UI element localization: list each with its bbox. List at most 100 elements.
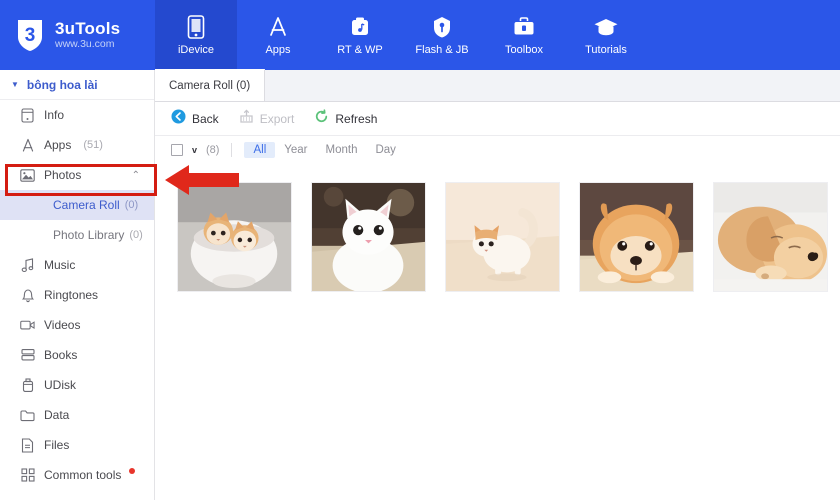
chevron-up-icon[interactable]: ⌃ — [132, 170, 140, 181]
photo-thumbnail[interactable] — [445, 182, 560, 292]
refresh-circle-icon — [314, 108, 329, 129]
sidebar-item-files[interactable]: Files — [0, 430, 154, 460]
main-content: Camera Roll (0) Back Export Refresh v (8… — [155, 69, 840, 500]
device-info-icon — [20, 107, 35, 123]
bell-icon — [20, 288, 35, 303]
sidebar-item-count: (51) — [83, 139, 103, 151]
sidebar-item-label: Books — [44, 348, 78, 362]
sidebar-item-photos[interactable]: Photos ⌃ — [0, 160, 154, 190]
device-selector[interactable]: ▼ bông hoa lài — [0, 70, 154, 100]
grid-squares-icon — [20, 468, 35, 483]
photo-grid — [155, 164, 840, 292]
nav-tab-label: RT & WP — [337, 44, 383, 56]
sidebar-item-music[interactable]: Music — [0, 250, 154, 280]
device-name: bông hoa lài — [26, 77, 98, 92]
filter-option-year[interactable]: Year — [275, 142, 316, 158]
nav-tab-label: Tutorials — [585, 44, 627, 56]
sidebar-item-videos[interactable]: Videos — [0, 310, 154, 340]
sidebar-item-ringtones[interactable]: Ringtones — [0, 280, 154, 310]
sidebar-item-label: Photos — [44, 168, 82, 182]
folder-icon — [20, 408, 35, 423]
tab-label: Camera Roll (0) — [169, 79, 251, 92]
app-logo[interactable]: 3 3uTools www.3u.com — [0, 0, 155, 70]
two-ginger-kittens-in-white-bowl-image — [178, 183, 291, 291]
sidebar-item-label: Data — [44, 408, 70, 422]
sidebar-item-label: Music — [44, 258, 76, 272]
filter-option-month[interactable]: Month — [317, 142, 367, 158]
nav-tab-tutorials[interactable]: Tutorials — [565, 0, 647, 70]
photo-thumbnail[interactable] — [579, 182, 694, 292]
caret-down-icon[interactable]: v — [192, 145, 197, 155]
sidebar-subitem-photo-library[interactable]: Photo Library (0) — [0, 220, 154, 250]
sidebar-item-label: Files — [44, 438, 70, 452]
export-button[interactable]: Export — [239, 108, 295, 129]
file-icon — [20, 437, 35, 453]
refresh-button[interactable]: Refresh — [314, 108, 378, 129]
notification-dot-badge — [129, 468, 136, 474]
content-toolbar: Back Export Refresh — [155, 102, 840, 136]
shield-3-logo-icon: 3 — [14, 17, 46, 53]
photo-thumbnail[interactable] — [311, 182, 426, 292]
nav-tab-rt-wp[interactable]: RT & WP — [319, 0, 401, 70]
sidebar-item-books[interactable]: Books — [0, 340, 154, 370]
sidebar-item-label: Videos — [44, 318, 81, 332]
export-box-icon — [239, 108, 254, 129]
sidebar-item-apps[interactable]: Apps (51) — [0, 130, 154, 160]
sidebar-item-label: Info — [44, 108, 65, 122]
toolbar-button-label: Export — [259, 111, 295, 126]
main-nav-tabs: iDevice Apps RT & WP Flash & JB Toolbox … — [155, 0, 647, 70]
flash-jailbreak-icon — [431, 14, 453, 40]
sidebar-subitem-label: Photo Library — [53, 228, 125, 242]
sidebar-subitem-camera-roll[interactable]: Camera Roll (0) — [0, 190, 154, 220]
toolbar-button-label: Back — [192, 111, 219, 126]
nav-tab-label: Flash & JB — [415, 44, 469, 56]
svg-text:3: 3 — [25, 25, 36, 46]
nav-tab-flash-jb[interactable]: Flash & JB — [401, 0, 483, 70]
nav-tab-apps[interactable]: Apps — [237, 0, 319, 70]
selection-count: (8) — [206, 144, 220, 156]
sidebar-item-data[interactable]: Data — [0, 400, 154, 430]
nav-tab-toolbox[interactable]: Toolbox — [483, 0, 565, 70]
sidebar: ▼ bông hoa lài Info Apps (51) Photos ⌃ C… — [0, 70, 155, 500]
ringtone-wallpaper-icon — [349, 14, 371, 40]
sidebar-subitem-count: (0) — [129, 229, 143, 241]
photo-thumbnail[interactable] — [177, 182, 292, 292]
sidebar-item-udisk[interactable]: UDisk — [0, 370, 154, 400]
nav-tab-idevice[interactable]: iDevice — [155, 0, 237, 70]
graduation-cap-icon — [593, 14, 619, 40]
golden-retriever-puppy-sleeping-image — [714, 183, 827, 291]
usb-disk-icon — [20, 377, 35, 393]
music-note-icon — [20, 257, 35, 273]
tab-camera-roll[interactable]: Camera Roll (0) — [155, 69, 266, 101]
filter-bar: v (8) All Year Month Day — [155, 136, 840, 164]
select-all-checkbox[interactable] — [171, 144, 183, 156]
white-cat-looking-up-image — [312, 183, 425, 291]
appstore-icon — [266, 14, 290, 40]
toolbar-button-label: Refresh — [335, 111, 378, 126]
sidebar-item-label: UDisk — [44, 378, 76, 392]
photo-thumbnail[interactable] — [713, 182, 828, 292]
sidebar-item-info[interactable]: Info — [0, 100, 154, 130]
logo-title: 3uTools — [55, 18, 121, 38]
nav-tab-label: Toolbox — [505, 44, 543, 56]
phone-icon — [187, 14, 205, 40]
nav-tab-label: iDevice — [177, 44, 215, 56]
back-circle-icon — [171, 109, 186, 129]
toolbox-icon — [512, 14, 536, 40]
sidebar-subitem-label: Camera Roll — [53, 198, 120, 212]
back-button[interactable]: Back — [171, 109, 219, 129]
sidebar-item-common-tools[interactable]: Common tools — [0, 460, 154, 490]
filter-option-all[interactable]: All — [244, 142, 276, 158]
sidebar-subitem-count: (0) — [124, 199, 139, 211]
video-camera-icon — [20, 318, 35, 333]
books-icon — [20, 348, 35, 363]
photo-icon — [20, 168, 35, 183]
sidebar-item-label: Apps — [44, 138, 72, 152]
nav-tab-label: Apps — [265, 44, 291, 56]
orange-and-white-kitten-standing-image — [446, 183, 559, 291]
filter-option-day[interactable]: Day — [366, 142, 404, 158]
app-header: 3 3uTools www.3u.com iDevice Apps RT & W… — [0, 0, 840, 70]
content-tab-strip: Camera Roll (0) — [155, 69, 840, 102]
3utools-window: 3 3uTools www.3u.com iDevice Apps RT & W… — [0, 0, 840, 500]
sidebar-item-label: Ringtones — [44, 288, 99, 302]
